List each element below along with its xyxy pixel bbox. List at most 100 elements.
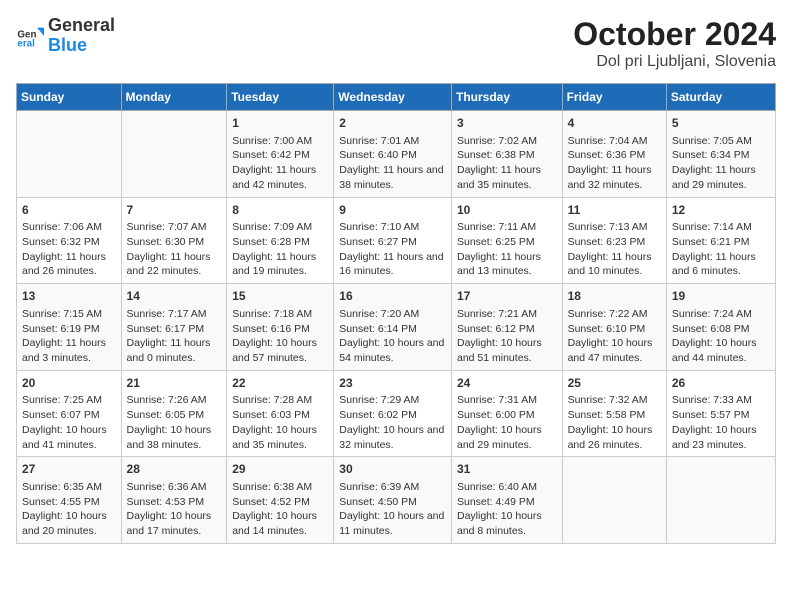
day-info: Daylight: 11 hours and 32 minutes.: [568, 163, 661, 192]
day-cell: 10Sunrise: 7:11 AMSunset: 6:25 PMDayligh…: [451, 197, 562, 284]
day-number: 25: [568, 375, 661, 392]
week-row-1: 1Sunrise: 7:00 AMSunset: 6:42 PMDaylight…: [17, 111, 776, 198]
day-cell: 6Sunrise: 7:06 AMSunset: 6:32 PMDaylight…: [17, 197, 122, 284]
day-info: Sunset: 5:58 PM: [568, 408, 661, 423]
day-info: Daylight: 11 hours and 26 minutes.: [22, 250, 116, 279]
day-info: Sunrise: 7:32 AM: [568, 393, 661, 408]
day-info: Sunset: 6:21 PM: [672, 235, 770, 250]
day-number: 27: [22, 461, 116, 478]
day-info: Sunset: 6:27 PM: [339, 235, 446, 250]
day-number: 4: [568, 115, 661, 132]
day-info: Sunset: 6:07 PM: [22, 408, 116, 423]
day-cell: 2Sunrise: 7:01 AMSunset: 6:40 PMDaylight…: [334, 111, 452, 198]
day-info: Sunset: 6:28 PM: [232, 235, 328, 250]
day-info: Sunset: 4:53 PM: [127, 495, 222, 510]
day-info: Sunrise: 6:36 AM: [127, 480, 222, 495]
day-info: Sunrise: 7:07 AM: [127, 220, 222, 235]
day-info: Sunrise: 7:22 AM: [568, 307, 661, 322]
day-number: 6: [22, 202, 116, 219]
day-cell: 28Sunrise: 6:36 AMSunset: 4:53 PMDayligh…: [121, 457, 227, 544]
day-cell: [666, 457, 775, 544]
logo-icon: Gen eral: [16, 22, 44, 50]
day-cell: 7Sunrise: 7:07 AMSunset: 6:30 PMDaylight…: [121, 197, 227, 284]
day-cell: 9Sunrise: 7:10 AMSunset: 6:27 PMDaylight…: [334, 197, 452, 284]
day-info: Daylight: 10 hours and 32 minutes.: [339, 423, 446, 452]
page-header: Gen eral General Blue October 2024 Dol p…: [16, 16, 776, 71]
day-cell: 31Sunrise: 6:40 AMSunset: 4:49 PMDayligh…: [451, 457, 562, 544]
day-info: Sunrise: 6:38 AM: [232, 480, 328, 495]
day-info: Sunrise: 7:15 AM: [22, 307, 116, 322]
day-info: Sunrise: 6:35 AM: [22, 480, 116, 495]
day-cell: [121, 111, 227, 198]
day-cell: 16 Sunrise: 7:20 AMSunset: 6:14 PMDayligh…: [334, 284, 452, 371]
day-cell: 18Sunrise: 7:22 AMSunset: 6:10 PMDayligh…: [562, 284, 666, 371]
day-cell: 12Sunrise: 7:14 AMSunset: 6:21 PMDayligh…: [666, 197, 775, 284]
day-info: Daylight: 10 hours and 35 minutes.: [232, 423, 328, 452]
day-cell: 22Sunrise: 7:28 AMSunset: 6:03 PMDayligh…: [227, 370, 334, 457]
header-row: SundayMondayTuesdayWednesdayThursdayFrid…: [17, 84, 776, 111]
day-info: Daylight: 10 hours and 20 minutes.: [22, 509, 116, 538]
day-info: Sunset: 6:05 PM: [127, 408, 222, 423]
day-info: Daylight: 11 hours and 3 minutes.: [22, 336, 116, 365]
day-cell: 24Sunrise: 7:31 AMSunset: 6:00 PMDayligh…: [451, 370, 562, 457]
day-cell: 20Sunrise: 7:25 AMSunset: 6:07 PMDayligh…: [17, 370, 122, 457]
day-cell: 13Sunrise: 7:15 AMSunset: 6:19 PMDayligh…: [17, 284, 122, 371]
day-number: 10: [457, 202, 557, 219]
day-info: Sunset: 4:52 PM: [232, 495, 328, 510]
day-cell: 17Sunrise: 7:21 AMSunset: 6:12 PMDayligh…: [451, 284, 562, 371]
day-info: Daylight: 10 hours and 41 minutes.: [22, 423, 116, 452]
logo-blue-text: Blue: [48, 36, 115, 56]
day-info: Sunset: 6:12 PM: [457, 322, 557, 337]
day-number: 3: [457, 115, 557, 132]
day-number: 18: [568, 288, 661, 305]
page-title: October 2024: [573, 16, 776, 53]
day-cell: 30Sunrise: 6:39 AMSunset: 4:50 PMDayligh…: [334, 457, 452, 544]
day-number: 22: [232, 375, 328, 392]
day-cell: 25Sunrise: 7:32 AMSunset: 5:58 PMDayligh…: [562, 370, 666, 457]
day-number: 24: [457, 375, 557, 392]
day-info: Daylight: 11 hours and 42 minutes.: [232, 163, 328, 192]
header-cell-monday: Monday: [121, 84, 227, 111]
day-info: Daylight: 11 hours and 19 minutes.: [232, 250, 328, 279]
week-row-3: 13Sunrise: 7:15 AMSunset: 6:19 PMDayligh…: [17, 284, 776, 371]
day-info: Daylight: 10 hours and 54 minutes.: [339, 336, 446, 365]
day-info: Daylight: 11 hours and 29 minutes.: [672, 163, 770, 192]
day-number: 23: [339, 375, 446, 392]
day-number: 28: [127, 461, 222, 478]
day-info: Sunset: 6:42 PM: [232, 148, 328, 163]
day-info: Sunrise: 7:04 AM: [568, 134, 661, 149]
day-info: Daylight: 10 hours and 29 minutes.: [457, 423, 557, 452]
day-info: Daylight: 10 hours and 26 minutes.: [568, 423, 661, 452]
day-info: Sunrise: 6:39 AM: [339, 480, 446, 495]
day-number: 14: [127, 288, 222, 305]
day-info: Sunset: 6:23 PM: [568, 235, 661, 250]
day-number: 19: [672, 288, 770, 305]
day-info: Daylight: 10 hours and 57 minutes.: [232, 336, 328, 365]
day-info: Daylight: 11 hours and 0 minutes.: [127, 336, 222, 365]
day-info: Sunset: 6:36 PM: [568, 148, 661, 163]
day-info: Sunset: 6:10 PM: [568, 322, 661, 337]
day-info: Daylight: 11 hours and 6 minutes.: [672, 250, 770, 279]
logo: Gen eral General Blue: [16, 16, 115, 56]
day-info: Sunset: 6:14 PM: [339, 322, 446, 337]
day-number: 1: [232, 115, 328, 132]
day-info: Sunrise: 7:21 AM: [457, 307, 557, 322]
day-cell: 3 Sunrise: 7:02 AMSunset: 6:38 PMDaylight…: [451, 111, 562, 198]
day-cell: 1Sunrise: 7:00 AMSunset: 6:42 PMDaylight…: [227, 111, 334, 198]
day-info: Sunset: 6:38 PM: [457, 148, 557, 163]
day-info: Sunrise: 7:33 AM: [672, 393, 770, 408]
svg-text:eral: eral: [17, 38, 35, 49]
day-info: Daylight: 10 hours and 51 minutes.: [457, 336, 557, 365]
day-info: Sunrise: 7:29 AM: [339, 393, 446, 408]
day-number: 16: [339, 288, 446, 305]
day-info: Sunrise: 7:20 AM: [339, 307, 446, 322]
day-info: Sunset: 6:32 PM: [22, 235, 116, 250]
day-info: Sunrise: 7:02 AM: [457, 134, 557, 149]
day-info: Daylight: 11 hours and 35 minutes.: [457, 163, 557, 192]
day-number: 20: [22, 375, 116, 392]
day-info: Sunrise: 7:11 AM: [457, 220, 557, 235]
day-number: 13: [22, 288, 116, 305]
day-cell: 8Sunrise: 7:09 AMSunset: 6:28 PMDaylight…: [227, 197, 334, 284]
day-info: Daylight: 11 hours and 38 minutes.: [339, 163, 446, 192]
day-info: Daylight: 11 hours and 22 minutes.: [127, 250, 222, 279]
